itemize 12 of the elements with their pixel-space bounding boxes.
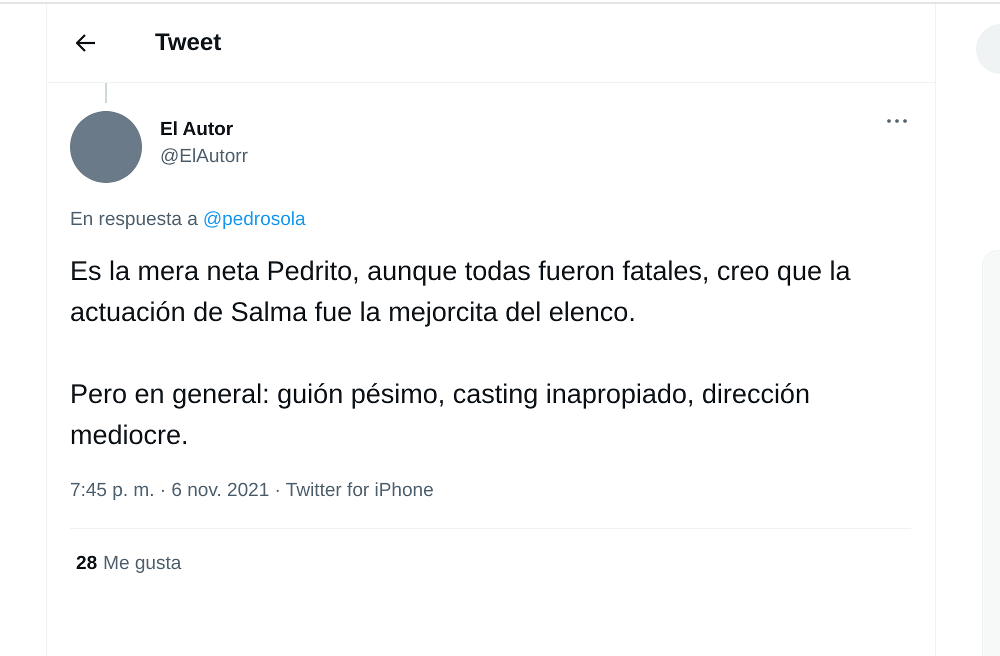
tweet-text: Pero en general: guión pésimo, casting inapropiado, dirección mediocre. <box>70 378 811 452</box>
author-handle[interactable]: @ElAutorr <box>160 146 248 168</box>
author-name[interactable]: El Autor <box>160 119 248 141</box>
likes-label[interactable]: Me gusta <box>103 553 182 575</box>
reply-label: En respuesta a <box>70 209 198 231</box>
tweet-timestamp[interactable]: 7:45 p. m. · 6 nov. 2021 · Twitter for iPhone <box>70 480 911 502</box>
tweet-text: Es la mera neta Pedrito, aunque todas fueron fatales, creo que la actuación de Salma fue la mejorcita del elenco. <box>70 255 852 329</box>
thread-line <box>105 83 107 103</box>
page-title: Tweet <box>155 29 222 57</box>
likes-count[interactable]: 28 <box>76 553 98 575</box>
more-icon <box>887 119 907 123</box>
back-arrow-icon <box>76 34 96 52</box>
